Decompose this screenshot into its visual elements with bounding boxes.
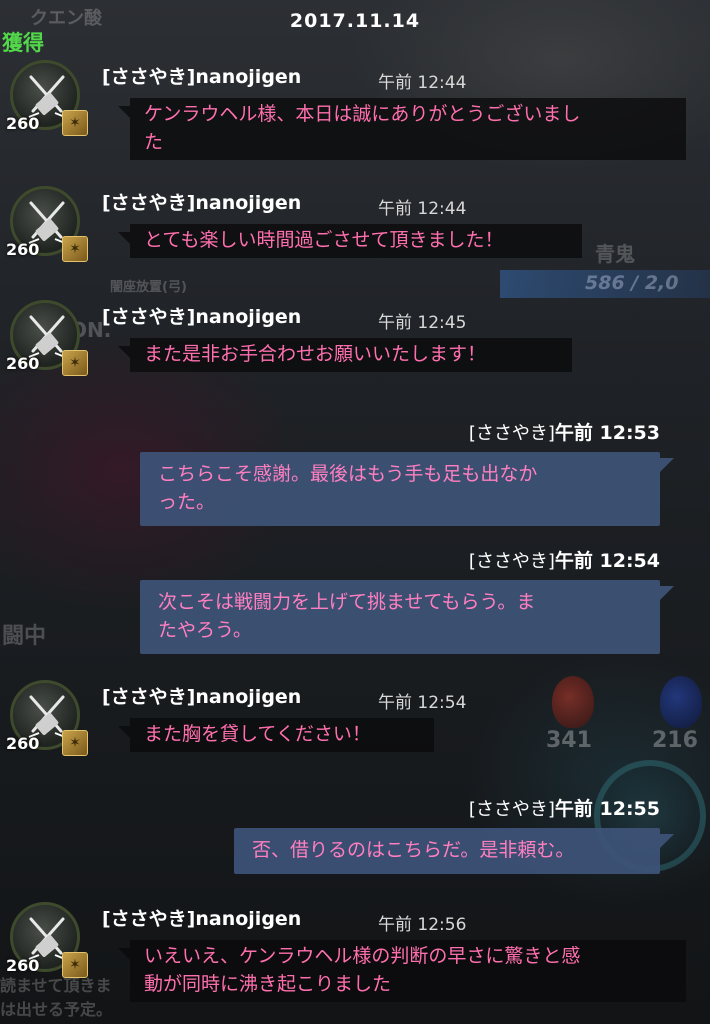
- chat-message-incoming: 260 ✶ [ささやき]nanojigen 午前 12:45 また是非お手合わせお願いい…: [0, 300, 710, 378]
- chat-date: 2017.11.14: [289, 10, 421, 32]
- message-time: 午前 12:45: [378, 313, 467, 333]
- message-line: いえいえ、ケンラウヘル様の判断の早さに驚きと感: [144, 945, 581, 967]
- message-time: 午前 12:53: [554, 422, 660, 444]
- hp-value: 586 / 2,0: [585, 272, 679, 294]
- message-bubble: いえいえ、ケンラウヘル様の判断の早さに驚きと感 動が同時に沸き起こりました: [118, 940, 686, 1002]
- sender-level: 260: [6, 240, 40, 259]
- message-time: 午前 12:54: [378, 693, 467, 713]
- message-line: とても楽しい時間過ごさせて頂きました！: [144, 229, 504, 251]
- bg-label: 闇座放置(弓): [110, 280, 187, 295]
- sender-level: 260: [6, 114, 40, 133]
- sender-name[interactable]: [ささやき]nanojigen: [102, 302, 301, 329]
- message-line: 動が同時に沸き起こりました: [144, 973, 392, 995]
- message-time: 午前 12:44: [378, 73, 467, 93]
- whisper-tag: [ささやき]: [468, 799, 555, 820]
- message-header: [ささやき]午前 12:55: [469, 794, 660, 821]
- sender-level: 260: [6, 956, 40, 975]
- message-bubble: また胸を貸してください！: [118, 718, 434, 752]
- bg-label: 闘中: [2, 624, 47, 649]
- message-header: [ささやき]午前 12:53: [469, 418, 660, 445]
- message-line: 否、借りるのはこちらだ。是非頼む。: [252, 839, 575, 861]
- chat-message-incoming: 260 ✶ [ささやき]nanojigen 午前 12:56 いえいえ、ケンラウヘル様の…: [0, 902, 710, 1008]
- message-time: 午前 12:54: [554, 550, 660, 572]
- sender-name[interactable]: [ささやき]nanojigen: [102, 188, 301, 215]
- sender-name[interactable]: [ささやき]nanojigen: [102, 62, 301, 89]
- message-line: 次こそは戦闘力を上げて挑ませてもらう。ま: [158, 591, 536, 613]
- message-line: た: [144, 131, 164, 153]
- acquired-label: 獲得: [2, 31, 44, 55]
- sender-name[interactable]: [ささやき]nanojigen: [102, 682, 301, 709]
- whisper-tag: [ささやき]: [468, 423, 555, 444]
- guild-badge-icon: ✶: [62, 236, 88, 262]
- guild-badge-icon: ✶: [62, 110, 88, 136]
- message-time: 午前 12:55: [554, 798, 660, 820]
- whisper-tag: [ささやき]: [468, 551, 555, 572]
- message-line: たやろう。: [158, 619, 252, 641]
- message-bubble: また是非お手合わせお願いいたします！: [118, 338, 572, 372]
- message-time: 午前 12:44: [378, 199, 467, 219]
- guild-badge-icon: ✶: [62, 952, 88, 978]
- message-bubble: こちらこそ感謝。最後はもう手も足も出なか った。: [140, 452, 674, 526]
- message-line: こちらこそ感謝。最後はもう手も足も出なか: [158, 463, 538, 485]
- chat-message-incoming: 260 ✶ [ささやき]nanojigen 午前 12:44 ケンラウヘル様、本日は誠に…: [0, 60, 710, 166]
- message-line: ケンラウヘル様、本日は誠にありがとうございまし: [144, 103, 581, 125]
- sender-name[interactable]: [ささやき]nanojigen: [102, 904, 301, 931]
- sender-level: 260: [6, 734, 40, 753]
- message-bubble: とても楽しい時間過ごさせて頂きました！: [118, 224, 582, 258]
- sender-level: 260: [6, 354, 40, 373]
- message-bubble: ケンラウヘル様、本日は誠にありがとうございました: [118, 98, 686, 160]
- guild-badge-icon: ✶: [62, 730, 88, 756]
- message-bubble: 次こそは戦闘力を上げて挑ませてもらう。ま たやろう。: [140, 580, 674, 654]
- guild-badge-icon: ✶: [62, 350, 88, 376]
- message-time: 午前 12:56: [378, 915, 467, 935]
- message-bubble: 否、借りるのはこちらだ。是非頼む。: [234, 828, 674, 874]
- message-line: った。: [158, 491, 216, 513]
- chat-message-incoming: 260 ✶ [ささやき]nanojigen 午前 12:54 また胸を貸してください！: [0, 680, 710, 758]
- message-line: また胸を貸してください！: [144, 723, 371, 745]
- message-line: また是非お手合わせお願いいたします！: [144, 343, 487, 365]
- chat-message-incoming: 260 ✶ [ささやき]nanojigen 午前 12:44 とても楽しい時間過ごさせて…: [0, 186, 710, 264]
- message-header: [ささやき]午前 12:54: [469, 546, 660, 573]
